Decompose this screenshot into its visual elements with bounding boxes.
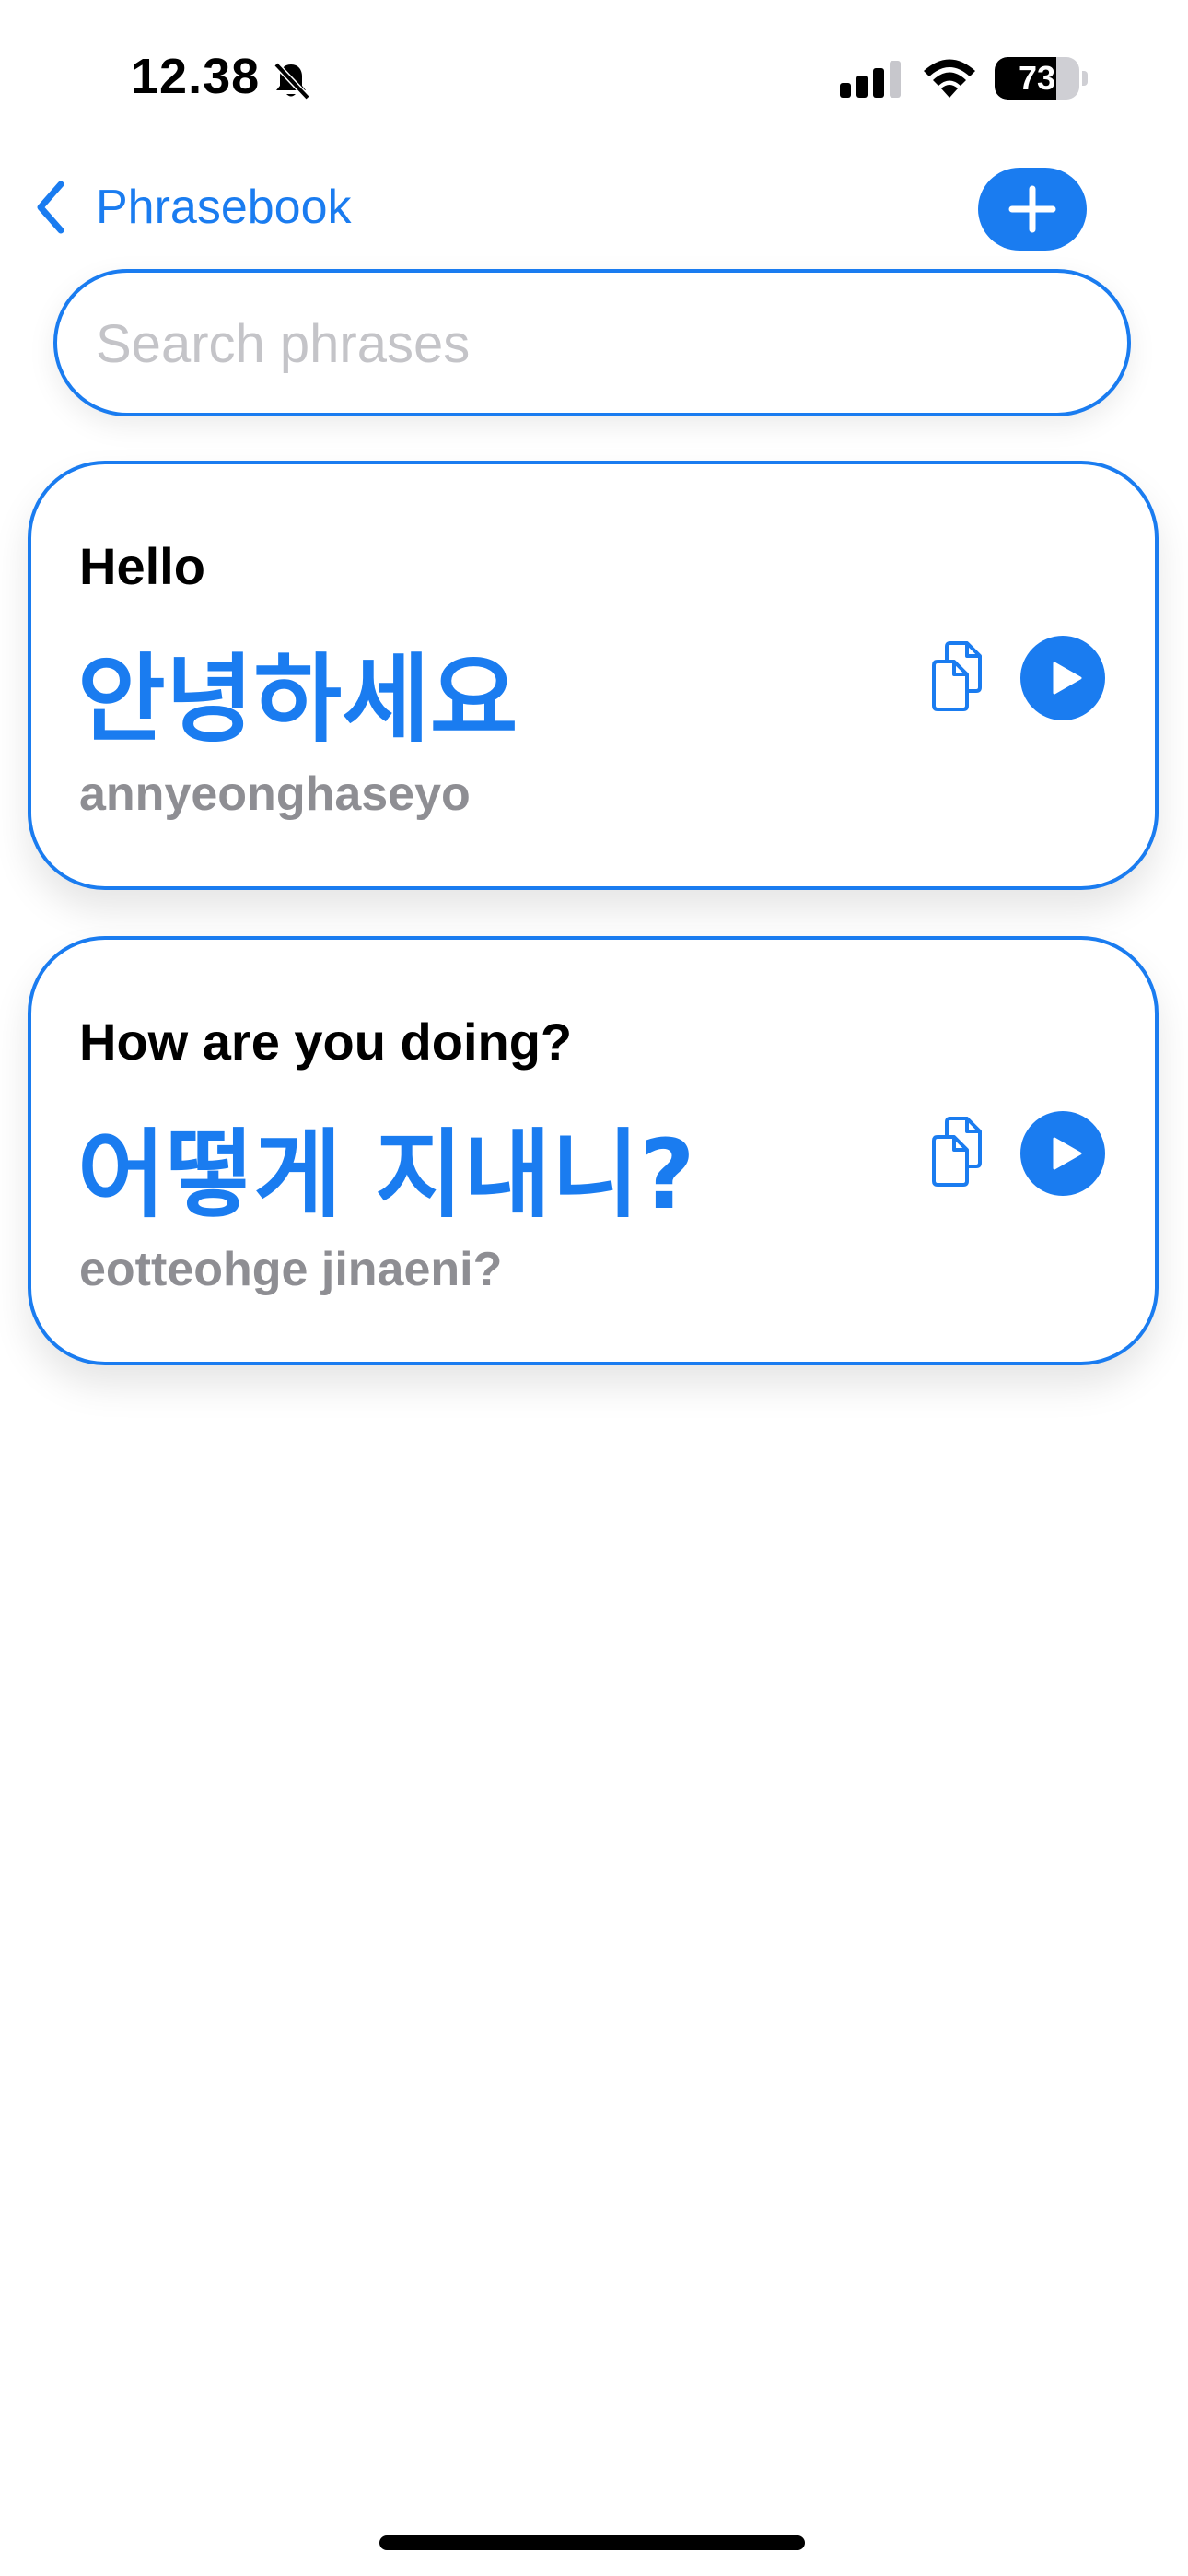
search-box [53, 269, 1131, 416]
play-icon [1053, 662, 1082, 695]
search-input[interactable] [94, 273, 1092, 415]
phrase-korean: 안녕하세요 [77, 643, 518, 755]
back-button-label: Phrasebook [96, 181, 352, 234]
status-bar: 12.38 73 [0, 0, 1188, 157]
wifi-icon [924, 59, 975, 98]
play-button[interactable] [1020, 636, 1105, 720]
home-indicator [379, 2535, 805, 2550]
phrase-card[interactable]: How are you doing? 어떻게 지내니? eotteohge ji… [28, 936, 1159, 1365]
battery-icon: 73 [995, 57, 1079, 100]
battery-level: 73 [1018, 59, 1056, 97]
chevron-left-icon [37, 181, 64, 234]
phrase-english: Hello [79, 537, 205, 595]
phrase-korean: 어떻게 지내니? [77, 1118, 695, 1231]
copy-icon[interactable] [926, 639, 993, 715]
phrase-romanization: eotteohge jinaeni? [79, 1243, 503, 1296]
phrase-romanization: annyeonghaseyo [79, 767, 471, 821]
bell-slash-icon [274, 62, 310, 100]
add-phrase-button[interactable] [978, 168, 1087, 251]
copy-icon[interactable] [926, 1115, 993, 1190]
phrase-card[interactable]: Hello 안녕하세요 annyeonghaseyo [28, 461, 1159, 890]
plus-icon [1008, 185, 1056, 233]
phrase-english: How are you doing? [79, 1013, 573, 1071]
battery-cap [1082, 71, 1088, 86]
back-button[interactable]: Phrasebook [33, 175, 352, 240]
cellular-signal-icon [840, 61, 901, 98]
play-button[interactable] [1020, 1111, 1105, 1196]
status-time: 12.38 [131, 49, 261, 104]
play-icon [1053, 1137, 1082, 1170]
